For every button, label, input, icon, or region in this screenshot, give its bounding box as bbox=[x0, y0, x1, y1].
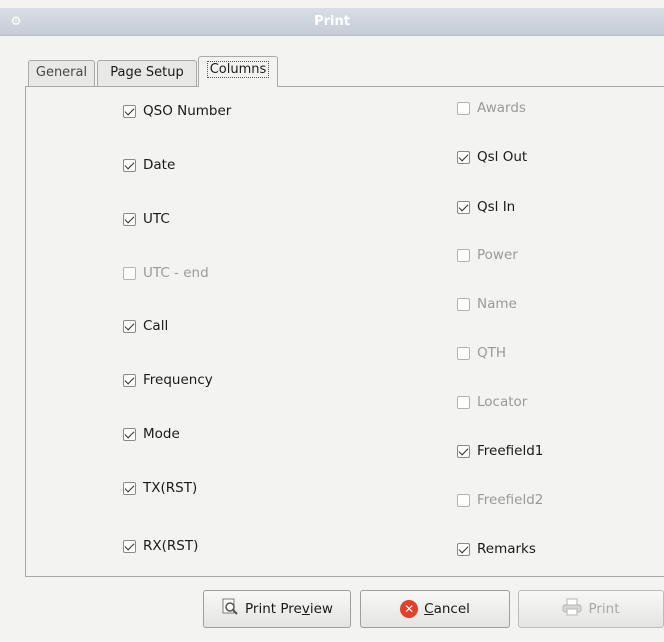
checkbox-label: Name bbox=[477, 296, 517, 312]
checkbox-box bbox=[123, 427, 136, 441]
checkbox-label: RX(RST) bbox=[143, 538, 199, 554]
cancel-button[interactable]: ✕ Cancel bbox=[360, 590, 510, 628]
checkbox-freefield1[interactable]: Freefield1 bbox=[457, 441, 543, 461]
checkbox-label: QSO Number bbox=[143, 103, 232, 119]
checkbox-label: Mode bbox=[143, 426, 180, 442]
checkbox-awards[interactable]: Awards bbox=[457, 98, 526, 118]
cancel-icon: ✕ bbox=[400, 600, 419, 618]
checkbox-qsl-out[interactable]: Qsl Out bbox=[457, 147, 527, 167]
checkbox-box bbox=[457, 493, 470, 507]
checkbox-box bbox=[457, 346, 470, 360]
window-title: Print bbox=[314, 14, 350, 29]
title-bar: ⚙ Print bbox=[0, 8, 664, 36]
checkbox-label: Freefield2 bbox=[477, 492, 544, 508]
checkbox-label: Date bbox=[143, 157, 176, 173]
checkbox-date[interactable]: Date bbox=[123, 155, 175, 175]
print-button[interactable]: Print bbox=[518, 590, 664, 628]
checkbox-freefield2[interactable]: Freefield2 bbox=[457, 490, 543, 510]
checkbox-label: Freefield1 bbox=[477, 443, 544, 459]
checkbox-qsl-in[interactable]: Qsl In bbox=[457, 197, 515, 217]
checkbox-label: Frequency bbox=[143, 372, 213, 388]
checkbox-box bbox=[457, 297, 470, 311]
print-preview-button[interactable]: Print Preview bbox=[203, 590, 351, 628]
checkbox-box bbox=[457, 395, 470, 409]
checkbox-box bbox=[123, 104, 136, 118]
tab-columns[interactable]: Columns bbox=[198, 56, 278, 87]
checkbox-name[interactable]: Name bbox=[457, 294, 517, 314]
label-part: ancel bbox=[433, 601, 470, 617]
checkbox-locator[interactable]: Locator bbox=[457, 392, 527, 412]
checkbox-power[interactable]: Power bbox=[457, 245, 518, 265]
checkbox-qth[interactable]: QTH bbox=[457, 343, 506, 363]
checkbox-label: Power bbox=[477, 247, 518, 263]
tab-general[interactable]: General bbox=[28, 60, 95, 86]
checkbox-box bbox=[123, 481, 136, 495]
checkbox-box bbox=[457, 248, 470, 262]
checkbox-rx-rst[interactable]: RX(RST) bbox=[123, 536, 198, 556]
checkbox-label: Qsl Out bbox=[477, 149, 528, 165]
checkbox-label: Awards bbox=[477, 100, 526, 116]
cancel-label: Cancel bbox=[424, 601, 470, 617]
tab-page-setup[interactable]: Page Setup bbox=[97, 60, 197, 86]
magnifier-icon bbox=[221, 598, 239, 620]
mnemonic: v bbox=[301, 601, 310, 617]
checkbox-box bbox=[123, 539, 136, 553]
checkbox-label: Locator bbox=[477, 394, 528, 410]
mnemonic: C bbox=[424, 601, 434, 617]
checkbox-frequency[interactable]: Frequency bbox=[123, 370, 213, 390]
checkbox-utc[interactable]: UTC bbox=[123, 209, 170, 229]
checkbox-box bbox=[123, 373, 136, 387]
tab-columns-label: Columns bbox=[206, 61, 270, 78]
checkbox-label: TX(RST) bbox=[143, 480, 198, 496]
printer-icon bbox=[562, 598, 582, 620]
checkbox-label: Remarks bbox=[477, 541, 536, 557]
print-preview-label: Print Preview bbox=[245, 601, 333, 617]
columns-panel bbox=[25, 86, 664, 577]
checkbox-box bbox=[123, 212, 136, 226]
checkbox-tx-rst[interactable]: TX(RST) bbox=[123, 478, 197, 498]
checkbox-box bbox=[457, 542, 470, 556]
checkbox-mode[interactable]: Mode bbox=[123, 424, 180, 444]
checkbox-box bbox=[123, 158, 136, 172]
print-label: Print bbox=[588, 601, 620, 617]
checkbox-box bbox=[123, 266, 136, 280]
checkbox-qso-number[interactable]: QSO Number bbox=[123, 101, 231, 121]
checkbox-box bbox=[123, 319, 136, 333]
checkbox-label: Qsl In bbox=[477, 199, 516, 215]
label-part: iew bbox=[309, 601, 333, 617]
checkbox-label: Call bbox=[143, 318, 169, 334]
checkbox-remarks[interactable]: Remarks bbox=[457, 539, 536, 559]
checkbox-call[interactable]: Call bbox=[123, 316, 168, 336]
checkbox-label: UTC bbox=[143, 211, 170, 227]
print-dialog: ⚙ Print General Page Setup Columns QSO N… bbox=[0, 0, 664, 642]
checkbox-label: UTC - end bbox=[143, 265, 209, 281]
checkbox-box bbox=[457, 101, 470, 115]
checkbox-box bbox=[457, 444, 470, 458]
checkbox-box bbox=[457, 150, 470, 164]
label-part: Print Pre bbox=[245, 601, 302, 617]
checkbox-label: QTH bbox=[477, 345, 507, 361]
checkbox-utc-end[interactable]: UTC - end bbox=[123, 263, 209, 283]
checkbox-box bbox=[457, 200, 470, 214]
